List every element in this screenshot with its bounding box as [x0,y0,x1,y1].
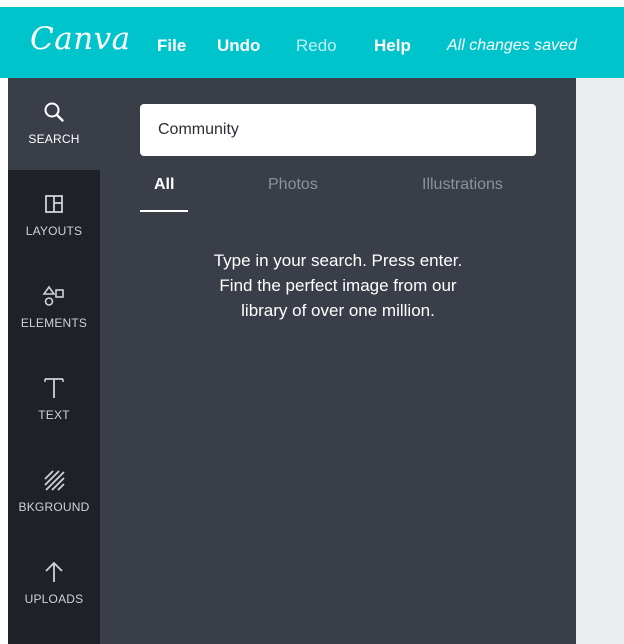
sidebar-item-label: BKGROUND [18,500,90,514]
shapes-icon [40,282,68,310]
sidebar-item-text[interactable]: TEXT [8,354,100,446]
save-status: All changes saved [447,37,577,54]
search-icon [40,98,68,126]
top-bar: Canva File Undo Redo Help All changes sa… [0,0,624,78]
empty-state-message: Type in your search. Press enter. Find t… [140,248,536,323]
message-line: Find the perfect image from our [219,276,457,295]
message-line: library of over one million. [241,301,435,320]
sidebar-item-label: ELEMENTS [20,316,88,330]
active-tab-indicator [140,210,188,212]
sidebar-item-elements[interactable]: ELEMENTS [8,262,100,354]
tab-all[interactable]: All [154,176,174,194]
sidebar-item-label: LAYOUTS [25,224,83,238]
search-input[interactable] [140,104,536,156]
sidebar-item-search[interactable]: SEARCH [8,78,100,170]
search-panel: All Photos Illustrations Type in your se… [100,78,576,644]
text-icon [40,374,68,402]
menu-undo[interactable]: Undo [217,36,260,56]
sidebar-item-label: UPLOADS [24,592,84,606]
top-strip [0,0,624,7]
menu-help[interactable]: Help [374,36,411,56]
design-canvas-area[interactable] [576,78,624,644]
upload-icon [40,558,68,586]
sidebar-item-label: SEARCH [28,132,80,146]
tab-photos[interactable]: Photos [268,176,318,194]
sidebar-item-uploads[interactable]: UPLOADS [8,538,100,630]
background-icon [40,466,68,494]
canva-editor: Canva File Undo Redo Help All changes sa… [0,0,624,644]
sidebar: SEARCH LAYOUTS ELEMENTS TEXT BKGROUND UP… [8,78,100,644]
menu-file[interactable]: File [157,36,186,56]
sidebar-item-layouts[interactable]: LAYOUTS [8,170,100,262]
layout-icon [40,190,68,218]
message-line: Type in your search. Press enter. [213,251,463,270]
sidebar-item-label: TEXT [38,408,70,422]
tab-illustrations[interactable]: Illustrations [422,176,503,194]
canva-logo[interactable]: Canva [30,21,131,57]
menu-redo[interactable]: Redo [296,36,337,56]
sidebar-item-background[interactable]: BKGROUND [8,446,100,538]
